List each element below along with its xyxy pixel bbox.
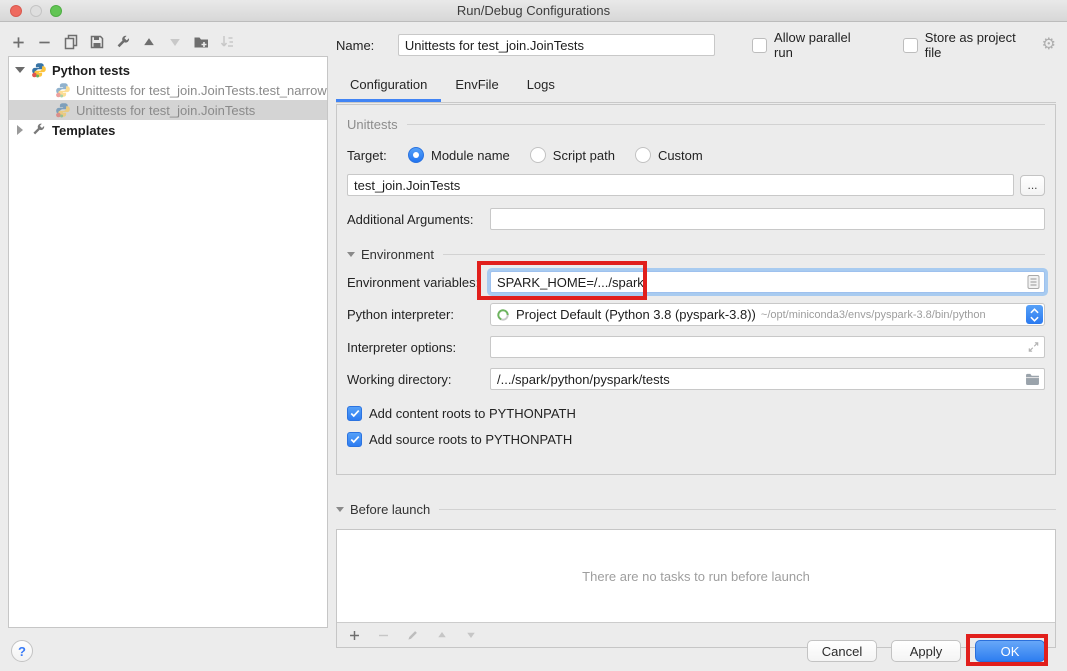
- select-stepper-icon[interactable]: [1026, 305, 1043, 324]
- ok-button[interactable]: OK: [975, 640, 1045, 662]
- chevron-down-icon[interactable]: [9, 67, 31, 73]
- add-content-roots-label: Add content roots to PYTHONPATH: [369, 406, 576, 421]
- working-directory-label: Working directory:: [347, 372, 490, 387]
- copy-configuration-icon[interactable]: [62, 34, 79, 51]
- help-button[interactable]: ?: [11, 640, 33, 662]
- add-source-roots-checkbox[interactable]: [347, 432, 362, 447]
- python-interpreter-label: Python interpreter:: [347, 307, 490, 322]
- additional-arguments-input[interactable]: [490, 208, 1045, 230]
- add-configuration-icon[interactable]: [10, 34, 27, 51]
- environment-section-label: Environment: [361, 247, 434, 262]
- store-as-project-file-option[interactable]: Store as project file: [903, 30, 1036, 60]
- remove-configuration-icon[interactable]: [36, 34, 53, 51]
- allow-parallel-run-option[interactable]: Allow parallel run: [752, 30, 873, 60]
- move-down-icon: [166, 34, 183, 51]
- templates-wrench-icon: [31, 122, 47, 138]
- python-interpreter-path: ~/opt/miniconda3/envs/pyspark-3.8/bin/py…: [761, 309, 986, 321]
- folder-browse-icon[interactable]: [1025, 373, 1040, 385]
- configurations-tree: Python tests Unittests for test_join.Joi…: [8, 56, 328, 628]
- configuration-editor: Name: Allow parallel run Store as projec…: [336, 30, 1056, 648]
- store-as-project-file-label: Store as project file: [925, 30, 1036, 60]
- new-folder-icon[interactable]: [192, 34, 209, 51]
- browse-module-button[interactable]: ...: [1020, 175, 1045, 196]
- store-settings-gear-icon[interactable]: ⚙: [1042, 37, 1056, 53]
- before-launch-tasks-panel: There are no tasks to run before launch: [336, 529, 1056, 648]
- dialog-buttons: Cancel Apply OK: [807, 640, 1045, 662]
- title-bar: Run/Debug Configurations: [0, 0, 1067, 22]
- store-as-project-file-checkbox[interactable]: [903, 38, 918, 53]
- cancel-button[interactable]: Cancel: [807, 640, 877, 662]
- tree-item-label: Templates: [52, 123, 115, 138]
- radio-script-path[interactable]: [530, 147, 546, 163]
- name-label: Name:: [336, 38, 398, 53]
- save-configuration-icon[interactable]: [88, 34, 105, 51]
- working-directory-input[interactable]: [490, 368, 1045, 390]
- zoom-window-button[interactable]: [50, 5, 62, 17]
- interpreter-options-label: Interpreter options:: [347, 340, 490, 355]
- tree-item-unittest-jointests[interactable]: Unittests for test_join.JoinTests: [9, 100, 327, 120]
- move-task-up-icon: [433, 627, 450, 644]
- window-title: Run/Debug Configurations: [457, 3, 610, 18]
- configuration-panel: Unittests Target: Module name Script pat…: [336, 104, 1056, 475]
- radio-custom-label: Custom: [658, 148, 703, 163]
- sort-configurations-icon: [218, 34, 235, 51]
- tree-item-label: Unittests for test_join.JoinTests.test_n…: [76, 83, 327, 98]
- tab-configuration[interactable]: Configuration: [336, 69, 441, 102]
- chevron-right-icon[interactable]: [9, 125, 31, 135]
- target-module-input[interactable]: [347, 174, 1014, 196]
- before-launch-collapse-icon[interactable]: [336, 507, 344, 512]
- add-source-roots-label: Add source roots to PYTHONPATH: [369, 432, 572, 447]
- add-content-roots-checkbox[interactable]: [347, 406, 362, 421]
- tab-bar: Configuration EnvFile Logs: [336, 69, 1056, 103]
- tree-item-templates[interactable]: Templates: [9, 120, 327, 140]
- before-launch-empty-text: There are no tasks to run before launch: [582, 569, 810, 584]
- remove-task-icon: [375, 627, 392, 644]
- python-interpreter-select[interactable]: Project Default (Python 3.8 (pyspark-3.8…: [490, 303, 1045, 326]
- tab-logs[interactable]: Logs: [513, 69, 569, 102]
- tree-item-unittest-narrow[interactable]: Unittests for test_join.JoinTests.test_n…: [9, 80, 327, 100]
- conda-env-icon: [496, 308, 510, 322]
- unittests-section-label: Unittests: [347, 117, 398, 132]
- apply-button[interactable]: Apply: [891, 640, 961, 662]
- python-test-icon: [55, 102, 71, 118]
- environment-variables-label: Environment variables:: [347, 275, 490, 290]
- environment-variables-input[interactable]: [490, 271, 1045, 293]
- radio-script-path-label: Script path: [553, 148, 615, 163]
- tab-envfile[interactable]: EnvFile: [441, 69, 512, 102]
- python-tests-icon: [31, 62, 47, 78]
- radio-custom[interactable]: [635, 147, 651, 163]
- radio-module-name[interactable]: [408, 147, 424, 163]
- interpreter-options-input[interactable]: [490, 336, 1045, 358]
- environment-collapse-icon[interactable]: [347, 252, 355, 257]
- additional-arguments-label: Additional Arguments:: [347, 212, 490, 227]
- move-up-icon[interactable]: [140, 34, 157, 51]
- configurations-toolbar: [10, 31, 328, 53]
- tree-item-python-tests[interactable]: Python tests: [9, 60, 327, 80]
- python-test-icon: [55, 82, 71, 98]
- close-window-button[interactable]: [10, 5, 22, 17]
- expand-field-icon[interactable]: [1027, 341, 1040, 354]
- allow-parallel-run-checkbox[interactable]: [752, 38, 767, 53]
- move-task-down-icon: [462, 627, 479, 644]
- run-debug-configurations-dialog: Run/Debug Configurations: [0, 0, 1067, 671]
- edit-templates-icon[interactable]: [114, 34, 131, 51]
- tree-item-label: Python tests: [52, 63, 130, 78]
- name-input[interactable]: [398, 34, 715, 56]
- edit-task-icon: [404, 627, 421, 644]
- add-task-icon[interactable]: [346, 627, 363, 644]
- minimize-window-button: [30, 5, 42, 17]
- tree-item-label: Unittests for test_join.JoinTests: [76, 103, 255, 118]
- radio-module-name-label: Module name: [431, 148, 510, 163]
- before-launch-section-label: Before launch: [350, 502, 430, 517]
- python-interpreter-value: Project Default (Python 3.8 (pyspark-3.8…: [516, 307, 756, 322]
- allow-parallel-run-label: Allow parallel run: [774, 30, 873, 60]
- env-vars-browse-icon[interactable]: [1027, 275, 1040, 290]
